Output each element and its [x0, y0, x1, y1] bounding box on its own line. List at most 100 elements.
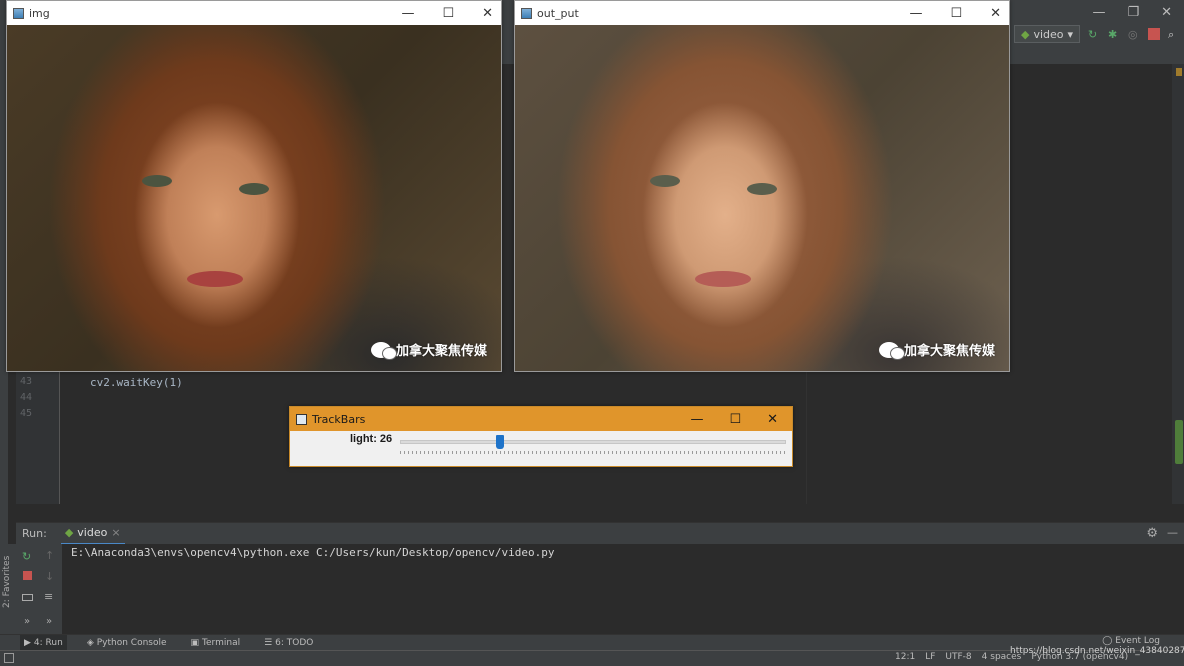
window-controls: — ☐ ✕ — [690, 407, 778, 431]
close-icon[interactable]: ✕ — [482, 6, 493, 21]
trackbars-window[interactable]: TrackBars — ☐ ✕ light: 26 — [289, 406, 793, 467]
file-encoding[interactable]: UTF-8 — [945, 652, 971, 662]
run-tab-label: video — [77, 526, 108, 539]
play-icon: ▶ — [24, 637, 31, 648]
tab-label: 6: TODO — [275, 637, 314, 648]
tab-label: Terminal — [202, 637, 241, 648]
run-command-output: E:\Anaconda3\envs\opencv4\python.exe C:/… — [71, 546, 555, 559]
code-line[interactable]: cv2.waitKey(1) — [90, 376, 183, 389]
photo-eye-right — [239, 183, 269, 195]
window-controls: — ☐ ✕ — [401, 1, 493, 25]
stop-icon[interactable] — [1148, 28, 1161, 40]
search-icon[interactable]: ⌕ — [1168, 28, 1180, 41]
photo-watermark: 加拿大聚焦传媒 — [370, 340, 487, 360]
ide-toolbar: ◆ video ▾ ↻ ✱ ◎ ⌕ — [1010, 24, 1184, 44]
minimize-icon[interactable]: — — [401, 6, 414, 21]
run-tab-video[interactable]: ◆ video × — [60, 523, 125, 545]
run-panel-header: Run: ◆ video × ⚙ — — [16, 522, 1184, 545]
output-window-titlebar[interactable]: out_put — ☐ ✕ — [515, 1, 1009, 25]
rerun-icon[interactable]: ↻ — [22, 550, 31, 563]
status-bar: 12:1 LF UTF-8 4 spaces Python 3.7 (openc… — [0, 650, 1184, 666]
python-icon: ◆ — [64, 526, 74, 539]
python-icon: ◆ — [1021, 27, 1030, 41]
maximize-icon[interactable]: ☐ — [442, 6, 454, 21]
output-window[interactable]: out_put — ☐ ✕ 加拿大聚焦传媒 — [514, 0, 1010, 372]
line-separator[interactable]: LF — [925, 652, 935, 662]
run-panel-label: Run: — [22, 527, 47, 540]
soft-wrap-icon[interactable]: ≡ — [44, 590, 53, 603]
run-configuration-select[interactable]: ◆ video ▾ — [1014, 25, 1081, 43]
debug-icon[interactable]: ✱ — [1108, 28, 1120, 41]
favorites-tab[interactable]: 2: Favorites — [2, 556, 12, 608]
line-gutter: 43 44 45 — [16, 372, 60, 504]
scroll-thumb[interactable] — [1175, 420, 1183, 464]
terminal-icon: ▣ — [190, 637, 200, 648]
run-actions-bar: ↻ » — [16, 544, 40, 634]
img-window[interactable]: img — ☐ ✕ 加拿大聚焦传媒 — [6, 0, 502, 372]
light-slider-track[interactable] — [400, 440, 786, 444]
window-title: out_put — [537, 6, 579, 20]
up-arrow-icon[interactable]: ↑ — [45, 549, 54, 562]
blog-watermark: https://blog.csdn.net/weixin_43840287 — [1010, 646, 1184, 656]
caret-position[interactable]: 12:1 — [895, 652, 915, 662]
event-log-button[interactable]: ◯ Event Log — [1102, 636, 1160, 646]
panel-toggle-icon[interactable] — [4, 653, 14, 663]
line-number: 44 — [20, 392, 33, 403]
minimize-icon[interactable]: — — [1092, 5, 1105, 20]
tab-python-console[interactable]: ◈ Python Console — [83, 635, 171, 651]
run-configuration-label: video — [1033, 27, 1064, 41]
slider-ticks — [400, 451, 786, 454]
tab-label: 4: Run — [33, 637, 63, 648]
img-window-titlebar[interactable]: img — ☐ ✕ — [7, 1, 501, 25]
close-icon[interactable]: ✕ — [990, 6, 1001, 21]
photo-lips — [187, 271, 243, 287]
gear-icon[interactable]: ⚙ — [1146, 526, 1158, 541]
tab-run[interactable]: ▶ 4: Run — [20, 634, 67, 651]
rerun-icon[interactable]: ↻ — [1088, 28, 1100, 41]
window-controls: — ☐ ✕ — [909, 1, 1001, 25]
tab-label: Python Console — [96, 637, 167, 648]
expand-icon[interactable]: » — [46, 616, 52, 627]
app-icon — [521, 7, 532, 19]
minimize-icon[interactable]: — — [690, 412, 703, 427]
run-actions-bar-2: ↑ ↓ ≡ » — [40, 544, 62, 634]
trackbars-titlebar[interactable]: TrackBars — ☐ ✕ — [290, 407, 792, 431]
close-icon[interactable]: ✕ — [1161, 5, 1172, 20]
line-number: 45 — [20, 408, 33, 419]
expand-icon[interactable]: » — [24, 616, 30, 627]
window-title: img — [29, 6, 50, 20]
close-icon[interactable]: × — [111, 526, 120, 539]
output-photo: 加拿大聚焦传媒 — [515, 25, 1009, 371]
wechat-icon — [878, 341, 905, 360]
warning-marker[interactable] — [1176, 68, 1182, 76]
window-title: TrackBars — [312, 412, 366, 426]
tab-terminal[interactable]: ▣ Terminal — [187, 635, 245, 651]
close-icon[interactable]: ✕ — [767, 412, 778, 427]
down-arrow-icon[interactable]: ↓ — [45, 570, 54, 583]
chevron-down-icon: ▾ — [1067, 27, 1074, 41]
photo-eye-left — [650, 175, 680, 187]
minimize-icon[interactable]: — — [909, 6, 922, 21]
python-console-icon: ◈ — [86, 637, 94, 648]
tab-todo[interactable]: ☰ 6: TODO — [260, 635, 317, 651]
wechat-icon — [370, 341, 397, 360]
bottom-tool-tabs: ▶ 4: Run ◈ Python Console ▣ Terminal ☰ 6: TO… — [0, 634, 1184, 651]
speech-bubble-icon: ◯ — [1102, 636, 1113, 646]
ide-window-controls: — ❐ ✕ — [1004, 0, 1184, 24]
event-log-label: Event Log — [1115, 636, 1160, 646]
minimize-icon[interactable]: — — [1167, 526, 1178, 539]
watermark-text: 加拿大聚焦传媒 — [903, 344, 995, 359]
layout-icon[interactable] — [22, 594, 33, 601]
maximize-icon[interactable]: ☐ — [729, 412, 741, 427]
light-slider-thumb[interactable] — [496, 435, 505, 449]
restore-icon[interactable]: ❐ — [1127, 5, 1139, 20]
coverage-icon[interactable]: ◎ — [1128, 28, 1140, 41]
photo-watermark: 加拿大聚焦传媒 — [878, 340, 995, 360]
stop-icon[interactable] — [23, 571, 32, 580]
photo-eye-right — [747, 183, 777, 195]
original-photo: 加拿大聚焦传媒 — [7, 25, 501, 371]
app-icon — [296, 413, 307, 425]
maximize-icon[interactable]: ☐ — [950, 6, 962, 21]
line-number: 43 — [20, 376, 33, 387]
photo-eye-left — [142, 175, 172, 187]
